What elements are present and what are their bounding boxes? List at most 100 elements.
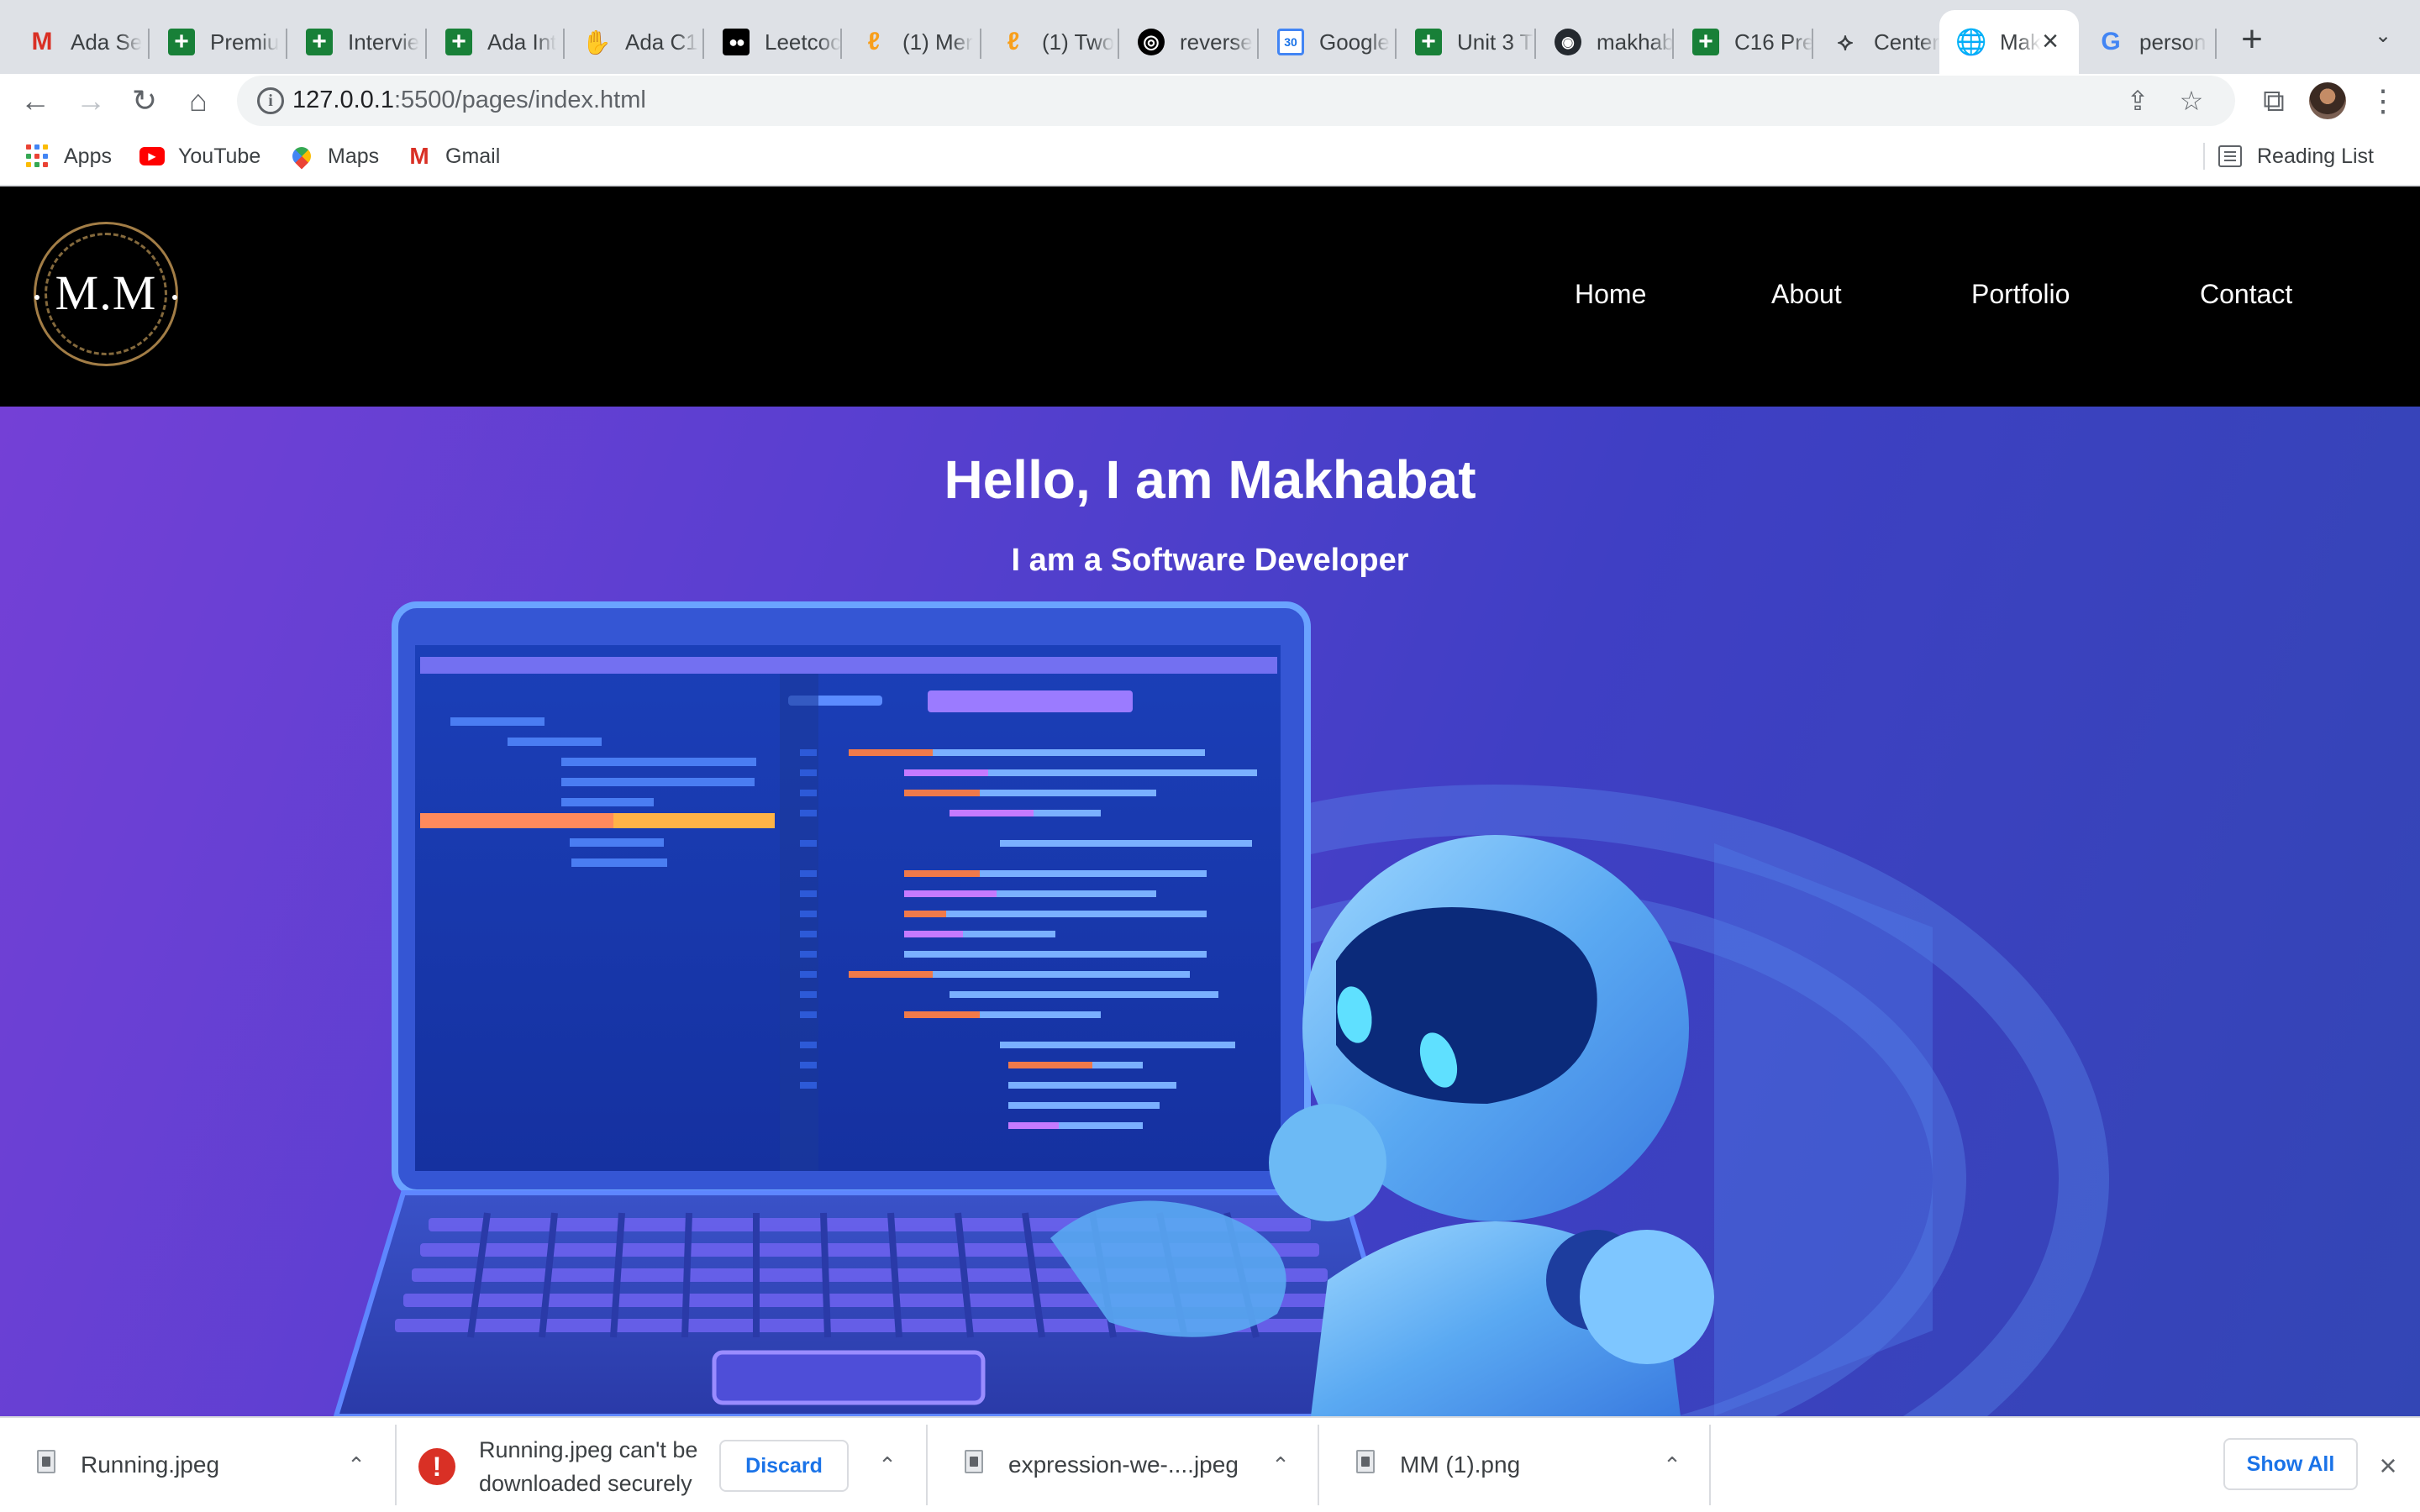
tab-title: (1) Two xyxy=(1042,29,1115,55)
browser-tab-strip: M Ada Se + Premiu + Intervie + Ada Int ✋… xyxy=(0,0,2420,74)
chevron-up-icon[interactable]: ⌃ xyxy=(1655,1448,1689,1482)
tab-title: Google xyxy=(1319,29,1390,55)
tab-centering[interactable]: ⟡ Centeri xyxy=(1813,10,1939,74)
tab-google-calendar[interactable]: 30 Google xyxy=(1259,10,1397,74)
bookmark-label: Maps xyxy=(328,144,380,168)
show-all-downloads-button[interactable]: Show All xyxy=(2223,1438,2358,1490)
tab-ada-se[interactable]: M Ada Se xyxy=(10,10,150,74)
tab-c16-pre[interactable]: + C16 Pre xyxy=(1674,10,1813,74)
tab-github[interactable]: ◉ makhab xyxy=(1536,10,1674,74)
youtube-icon: ▶ xyxy=(139,144,165,169)
logo-monogram: M.M xyxy=(55,265,157,320)
address-bar[interactable]: i 127.0.0.1:5500/pages/index.html ⇪ ☆ xyxy=(237,76,2235,126)
tab-title: Unit 3 T xyxy=(1457,29,1534,55)
reload-button[interactable]: ↻ xyxy=(123,79,166,123)
tab-search-chevron-icon[interactable]: ⌄ xyxy=(2368,24,2398,54)
nav-link-portfolio[interactable]: Portfolio xyxy=(1971,279,2070,310)
discard-button[interactable]: Discard xyxy=(719,1440,849,1492)
bookmark-apps[interactable]: Apps xyxy=(25,139,112,173)
background-panel xyxy=(1714,843,1933,1416)
hero-subtitle: I am a Software Developer xyxy=(1011,543,1409,578)
reading-list-button[interactable]: Reading List xyxy=(2203,139,2374,173)
medium-icon: ●● xyxy=(723,29,750,55)
url-text[interactable]: 127.0.0.1:5500/pages/index.html xyxy=(292,87,646,114)
url-path: :5500/pages/index.html xyxy=(393,87,646,113)
leetcode-icon: ℓ xyxy=(1007,28,1020,55)
extensions-puzzle-icon[interactable]: ⧉ xyxy=(2252,79,2296,123)
download-filename: expression-we-....jpeg xyxy=(1008,1452,1239,1478)
home-button[interactable]: ⌂ xyxy=(176,79,220,123)
bookmark-label: YouTube xyxy=(178,144,261,168)
tab-title: Premiu xyxy=(210,29,280,55)
tab-unit-3[interactable]: + Unit 3 T xyxy=(1397,10,1536,74)
file-icon xyxy=(965,1450,983,1473)
sheets-icon: + xyxy=(168,29,195,55)
download-filename: MM (1).png xyxy=(1400,1452,1521,1478)
gmail-icon: M xyxy=(409,143,429,169)
nav-link-about[interactable]: About xyxy=(1771,279,1842,310)
menu-kebab-icon[interactable]: ⋮ xyxy=(2361,79,2405,123)
github-icon: ◉ xyxy=(1555,29,1581,55)
tab-title: Mak xyxy=(2000,29,2042,55)
bookmark-star-icon[interactable]: ☆ xyxy=(2171,81,2212,121)
tab-title: Ada C1 xyxy=(625,29,698,55)
tab-leetcode-medium[interactable]: ●● Leetcoc xyxy=(704,10,842,74)
maps-pin-icon xyxy=(288,143,315,170)
nav-link-home[interactable]: Home xyxy=(1575,279,1646,310)
tab-title: Ada Se xyxy=(71,29,143,55)
site-logo[interactable]: M.M xyxy=(34,222,178,366)
hero-title: Hello, I am Makhabat xyxy=(944,449,1476,510)
nav-link-contact[interactable]: Contact xyxy=(2200,279,2292,310)
close-shelf-icon[interactable]: × xyxy=(2371,1450,2405,1483)
tab-ada-int[interactable]: + Ada Int xyxy=(427,10,565,74)
tab-title: reverse xyxy=(1180,29,1253,55)
tab-title: Leetcoc xyxy=(765,29,842,55)
sheets-icon: + xyxy=(1415,29,1442,55)
download-item-expression[interactable]: expression-we-....jpeg ⌃ xyxy=(928,1418,1319,1512)
bookmark-maps[interactable]: Maps xyxy=(288,139,380,173)
tab-personal[interactable]: G person xyxy=(2079,10,2217,74)
tab-makhabat-active[interactable]: 🌐 Mak × xyxy=(1939,10,2079,74)
bookmark-youtube[interactable]: ▶ YouTube xyxy=(139,139,260,173)
profile-avatar[interactable] xyxy=(2309,82,2346,119)
file-icon xyxy=(1356,1450,1375,1473)
download-item-mm[interactable]: MM (1).png ⌃ xyxy=(1319,1418,1711,1512)
tab-title: Intervie xyxy=(348,29,420,55)
download-item-running[interactable]: Running.jpeg ⌃ xyxy=(0,1418,397,1512)
tab-title: Ada Int xyxy=(487,29,557,55)
share-icon[interactable]: ⇪ xyxy=(2118,81,2158,121)
url-host: 127.0.0.1 xyxy=(292,87,394,113)
back-button[interactable]: ← xyxy=(13,79,57,123)
tab-reverse[interactable]: ◎ reverse xyxy=(1119,10,1259,74)
apps-grid-icon xyxy=(25,144,50,169)
gmail-icon: M xyxy=(31,28,53,55)
tab-title: C16 Pre xyxy=(1734,29,1813,55)
download-warning-text: Running.jpeg can't be downloaded securel… xyxy=(479,1437,698,1496)
tab-interview[interactable]: + Intervie xyxy=(287,10,427,74)
bookmarks-bar: Apps ▶ YouTube Maps M Gmail Reading List xyxy=(0,128,2420,186)
new-tab-button[interactable]: + xyxy=(2232,20,2272,60)
tab-premium[interactable]: + Premiu xyxy=(150,10,287,74)
download-shelf: Running.jpeg ⌃ ! Running.jpeg can't be d… xyxy=(0,1416,2420,1512)
bookmark-label: Apps xyxy=(64,144,112,168)
reading-list-label: Reading List xyxy=(2257,144,2374,168)
tab-ada-c1[interactable]: ✋ Ada C1 xyxy=(565,10,704,74)
tab-merge[interactable]: ℓ (1) Mer xyxy=(842,10,981,74)
web-page-viewport: M.M Home About Portfolio Contact Hello, … xyxy=(0,186,2420,1416)
tab-title: Centeri xyxy=(1874,29,1939,55)
file-icon xyxy=(37,1450,55,1473)
download-item-warning: ! Running.jpeg can't be downloaded secur… xyxy=(397,1418,928,1512)
sheets-icon: + xyxy=(1692,29,1719,55)
bookmark-gmail[interactable]: M Gmail xyxy=(407,139,500,173)
reading-list-icon xyxy=(2218,145,2242,167)
chevron-up-icon[interactable]: ⌃ xyxy=(339,1448,373,1482)
chevron-up-icon[interactable]: ⌃ xyxy=(871,1448,904,1482)
tab-two-sum[interactable]: ℓ (1) Two xyxy=(981,10,1119,74)
leetcode-icon: ℓ xyxy=(867,28,881,55)
chevron-up-icon[interactable]: ⌃ xyxy=(1264,1448,1297,1482)
close-tab-icon[interactable]: × xyxy=(2037,27,2064,55)
site-info-icon[interactable]: i xyxy=(257,87,284,114)
forward-button[interactable]: → xyxy=(69,79,113,123)
hero-section: Hello, I am Makhabat I am a Software Dev… xyxy=(0,407,2420,1416)
sheets-icon: + xyxy=(306,29,333,55)
